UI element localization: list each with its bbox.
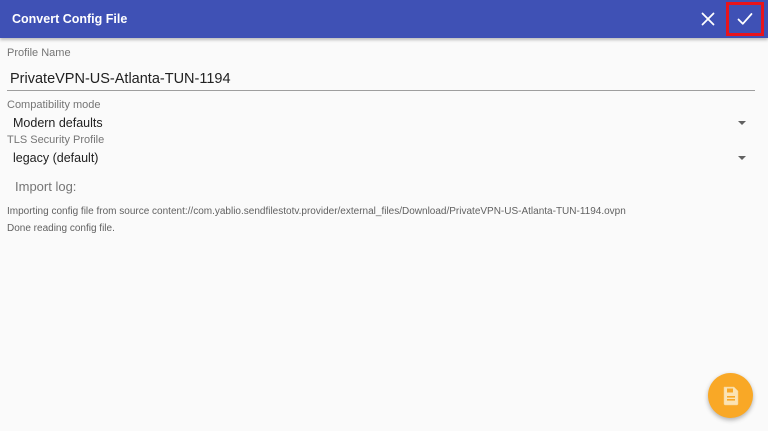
close-icon <box>701 12 715 26</box>
dropdown-arrow-icon <box>738 121 746 125</box>
profile-name-field[interactable]: PrivateVPN-US-Atlanta-TUN-1194 <box>7 66 755 91</box>
app-toolbar: Convert Config File <box>0 0 768 38</box>
compatibility-mode-value: Modern defaults <box>13 116 103 130</box>
check-icon <box>737 13 753 25</box>
tls-security-profile-value: legacy (default) <box>13 151 99 165</box>
close-button[interactable] <box>691 0 725 38</box>
compatibility-mode-select[interactable]: Modern defaults <box>7 113 755 133</box>
profile-name-value: PrivateVPN-US-Atlanta-TUN-1194 <box>10 71 231 87</box>
tls-security-profile-select[interactable]: legacy (default) <box>7 148 755 168</box>
save-button[interactable] <box>708 373 753 418</box>
convert-config-screen: Convert Config File Profile Name Private… <box>0 0 768 431</box>
dropdown-arrow-icon <box>738 156 746 160</box>
compatibility-mode-label: Compatibility mode <box>7 99 101 111</box>
import-log-line: Done reading config file. <box>7 223 115 234</box>
import-log-title: Import log: <box>15 179 77 194</box>
tls-security-profile-label: TLS Security Profile <box>7 134 105 146</box>
confirm-button[interactable] <box>726 2 764 36</box>
save-icon <box>723 386 738 405</box>
profile-name-label: Profile Name <box>7 47 71 59</box>
toolbar-title: Convert Config File <box>12 12 128 26</box>
import-log-line: Importing config file from source conten… <box>7 206 626 217</box>
